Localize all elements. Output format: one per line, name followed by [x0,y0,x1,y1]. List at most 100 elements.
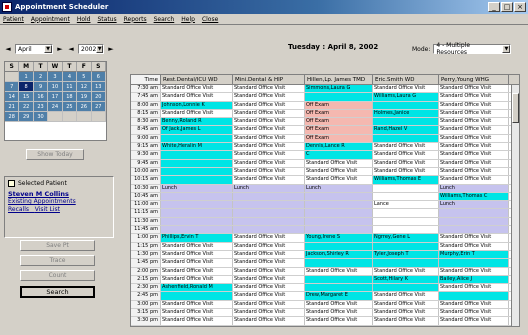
appointment-slot[interactable] [305,275,373,284]
calendar-day[interactable]: 26 [77,102,92,112]
calendar-day[interactable]: 5 [77,72,92,82]
column-header-resource-5[interactable]: Perry,Young WHG [439,75,509,84]
trace-button[interactable]: Trace [20,255,95,266]
appointment-slot[interactable]: Young,Irene S [305,234,373,242]
appointment-slot[interactable]: Standard Office Visit [233,85,305,93]
appointment-slot[interactable]: Standard Office Visit [233,284,305,292]
appointment-slot[interactable]: Benny,Roland R [161,118,233,126]
menu-close[interactable]: Close [202,16,218,23]
calendar-day[interactable]: 30 [33,112,49,122]
appointment-slot[interactable]: Murphy,Erin T [439,250,509,259]
save-pt-button[interactable]: Save Pt [20,240,95,251]
appointment-slot[interactable]: Standard Office Visit [233,101,305,109]
calendar-day[interactable]: 20 [91,92,106,102]
menu-search[interactable]: Search [154,16,175,23]
calendar-day[interactable]: 11 [62,82,78,92]
appointment-slot[interactable] [161,167,233,176]
appointment-slot[interactable]: Standard Office Visit [439,118,509,126]
calendar-day[interactable]: 18 [62,92,78,102]
appointment-slot[interactable]: Standard Office Visit [233,176,305,184]
maximize-button[interactable]: □ [501,2,513,12]
appointment-slot[interactable] [439,259,509,267]
appointment-slot[interactable]: Standard Office Visit [233,143,305,151]
calendar-day[interactable]: 19 [77,92,92,102]
appointment-slot[interactable] [373,192,439,201]
appointment-slot[interactable]: Scott,Hilary K [373,275,439,284]
menu-help[interactable]: Help [181,16,195,23]
appointment-slot[interactable] [161,134,233,143]
calendar-day[interactable]: 10 [48,82,63,92]
appointment-slot[interactable] [233,192,305,201]
calendar-day[interactable]: 17 [48,92,63,102]
appointment-slot[interactable] [161,192,233,201]
appointment-slot[interactable]: Ashenfield,Ronald M [161,284,233,292]
appointment-slot[interactable]: Standard Office Visit [373,85,439,93]
appointment-slot[interactable]: Standard Office Visit [233,242,305,250]
appointment-slot[interactable] [305,93,373,101]
recalls-link[interactable]: Recalls [8,206,29,213]
appointment-slot[interactable]: Standard Office Visit [161,93,233,101]
menu-reports[interactable]: Reports [124,16,147,23]
column-header-resource-1[interactable]: Rest.Dental/ICU WD [161,75,233,84]
appointment-slot[interactable]: Standard Office Visit [439,300,509,309]
appointment-slot[interactable]: Standard Office Visit [233,159,305,167]
appointment-slot[interactable]: Standard Office Visit [233,259,305,267]
calendar-day[interactable]: 1 [19,72,34,82]
appointment-slot[interactable]: Standard Office Visit [233,118,305,126]
appointment-slot[interactable]: Standard Office Visit [233,309,305,317]
calendar-day[interactable]: 23 [33,102,49,112]
appointment-slot[interactable]: Standard Office Visit [439,242,509,250]
appointment-slot[interactable] [233,226,305,234]
appointment-slot[interactable] [439,209,509,217]
appointment-slot[interactable]: Williams,Thomas C [439,192,509,201]
menu-patient[interactable]: Patient [3,16,24,23]
appointment-slot[interactable]: Standard Office Visit [305,309,373,317]
appointment-slot[interactable]: Lunch [439,184,509,192]
menu-hold[interactable]: Hold [77,16,91,23]
appointment-slot[interactable]: Standard Office Visit [233,134,305,143]
appointment-slot[interactable]: Standard Office Visit [161,242,233,250]
appointment-slot[interactable]: Off Exam [305,101,373,109]
appointment-slot[interactable]: Standard Office Visit [233,250,305,259]
appointment-slot[interactable]: Standard Office Visit [233,167,305,176]
next-month-icon[interactable]: ► [56,44,64,54]
appointment-slot[interactable]: Standard Office Visit [439,159,509,167]
appointment-slot[interactable] [439,217,509,226]
appointment-slot[interactable]: Standard Office Visit [439,101,509,109]
appointment-slot[interactable]: Standard Office Visit [233,109,305,118]
appointment-slot[interactable] [373,242,439,250]
calendar-day[interactable]: 6 [91,72,106,82]
appointment-slot[interactable]: Lunch [439,201,509,209]
close-button[interactable]: × [514,2,526,12]
appointment-slot[interactable] [373,259,439,267]
column-header-resource-2[interactable]: Mini.Dental & HIP [233,75,305,84]
appointment-slot[interactable]: Standard Office Visit [305,159,373,167]
appointment-slot[interactable]: Standard Office Visit [373,300,439,309]
appointment-slot[interactable]: Williams,Laura G [373,93,439,101]
appointment-slot[interactable] [373,101,439,109]
appointment-slot[interactable]: C [305,151,373,159]
appointment-slot[interactable]: Off Exam [305,109,373,118]
appointment-slot[interactable]: Standard Office Visit [373,317,439,325]
calendar-day[interactable]: 12 [77,82,92,92]
appointment-slot[interactable]: Standard Office Visit [373,309,439,317]
column-header-resource-4[interactable]: Eric.Smith WD [373,75,439,84]
search-button[interactable]: Search [20,286,95,298]
appointment-slot[interactable]: Standard Office Visit [373,159,439,167]
calendar-day[interactable]: 14 [5,92,20,102]
appointment-slot[interactable]: Standard Office Visit [305,317,373,325]
appointment-slot[interactable] [161,176,233,184]
appointment-slot[interactable] [161,292,233,300]
appointment-slot[interactable] [439,226,509,234]
appointment-slot[interactable]: Standard Office Visit [439,317,509,325]
appointment-slot[interactable]: Standard Office Visit [161,109,233,118]
appointment-slot[interactable]: Standard Office Visit [233,234,305,242]
appointment-slot[interactable]: Standard Office Visit [373,267,439,275]
appointment-slot[interactable]: Jackson,Shirley R [305,250,373,259]
appointment-slot[interactable]: Standard Office Visit [439,309,509,317]
appointment-slot[interactable]: Standard Office Visit [439,109,509,118]
appointment-slot[interactable]: Standard Office Visit [233,300,305,309]
calendar-day[interactable]: 7 [5,82,20,92]
calendar-day[interactable]: 8 [19,82,34,92]
visit-list-link[interactable]: Visit List [35,206,60,213]
